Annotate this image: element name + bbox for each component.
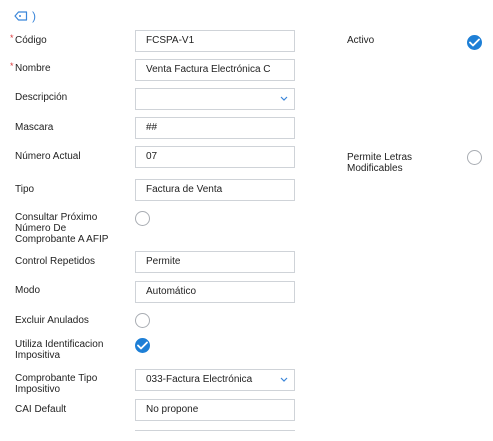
permite-letras-label: Permite Letras Modificables (347, 152, 413, 174)
codigo-field[interactable]: FCSPA-V1 (135, 30, 295, 52)
consultar-checkbox[interactable] (135, 211, 150, 226)
permite-letras-checkbox[interactable] (467, 150, 482, 165)
comprobante-tipo-select[interactable]: 033-Factura Electrónica (135, 369, 295, 391)
control-repetidos-field[interactable]: Permite (135, 251, 295, 273)
descripcion-label: Descripción (15, 92, 68, 103)
mascara-label: Mascara (15, 122, 54, 133)
next-field-edge (135, 430, 295, 431)
required-mark: * (10, 33, 14, 43)
tipo-label: Tipo (15, 184, 35, 195)
header-row: ) (14, 8, 36, 24)
check-icon (469, 38, 480, 47)
numero-actual-field[interactable]: 07 (135, 146, 295, 168)
activo-checkbox[interactable] (467, 35, 482, 50)
check-icon (137, 341, 148, 350)
utiliza-identificacion-checkbox[interactable] (135, 338, 150, 353)
descripcion-select[interactable] (135, 88, 295, 110)
mascara-field[interactable]: ## (135, 117, 295, 139)
excluir-anulados-label: Excluir Anulados (15, 315, 89, 326)
chevron-down-icon (280, 96, 288, 101)
cai-default-field[interactable]: No propone (135, 399, 295, 421)
excluir-anulados-checkbox[interactable] (135, 313, 150, 328)
tipo-field[interactable]: Factura de Venta (135, 179, 295, 201)
nombre-label: * Nombre (10, 61, 51, 74)
header-paren: ) (32, 9, 36, 23)
modo-label: Modo (15, 285, 41, 296)
cai-default-label: CAI Default (15, 404, 67, 415)
activo-label: Activo (347, 35, 375, 46)
tag-icon[interactable] (14, 11, 28, 21)
modo-field[interactable]: Automático (135, 281, 295, 303)
control-repetidos-label: Control Repetidos (15, 256, 96, 267)
required-mark: * (10, 61, 14, 71)
numero-actual-label: Número Actual (15, 151, 81, 162)
chevron-down-icon (280, 377, 288, 382)
consultar-label: Consultar Próximo Número De Comprobante … (15, 212, 109, 245)
comprobante-tipo-label: Comprobante Tipo Impositivo (15, 373, 98, 395)
nombre-field[interactable]: Venta Factura Electrónica C (135, 59, 295, 81)
codigo-label: * Código (10, 33, 47, 46)
utiliza-identificacion-label: Utiliza Identificacion Impositiva (15, 339, 104, 361)
